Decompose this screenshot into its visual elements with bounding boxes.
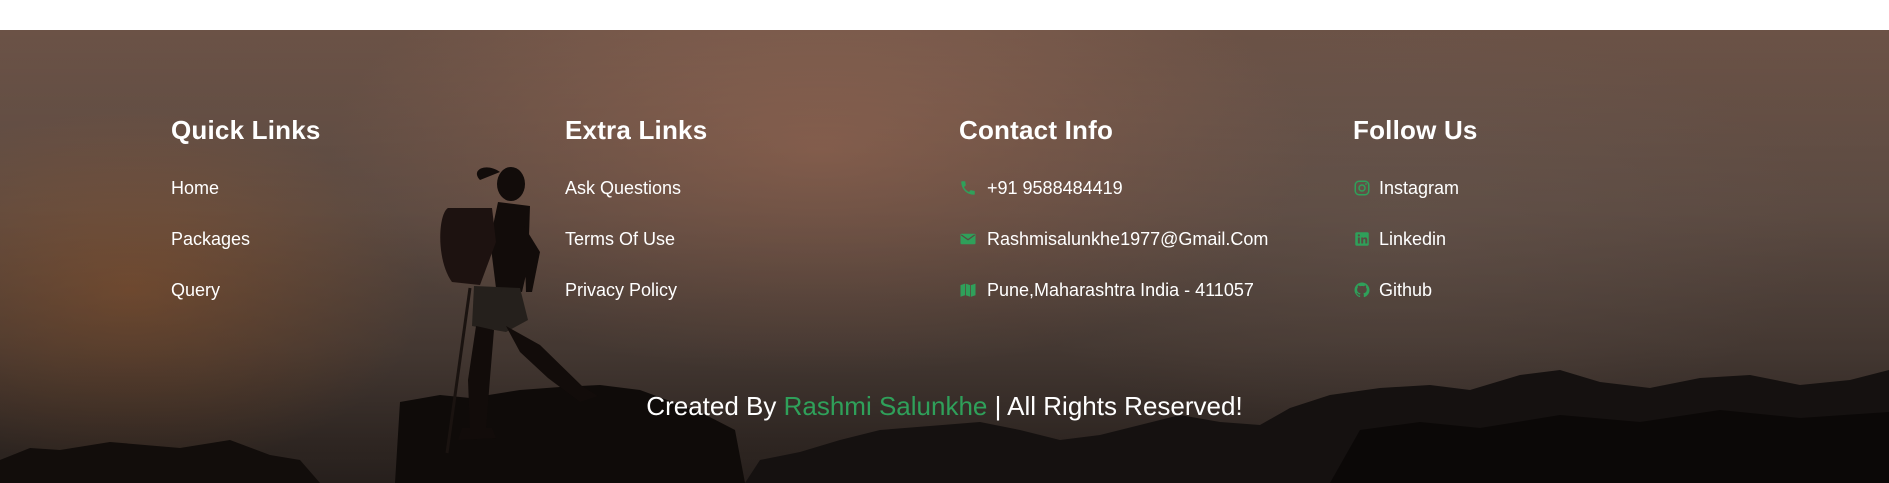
follow-us-column: Follow Us Instagram Linkedin Github (1353, 114, 1713, 329)
credit-suffix: | All Rights Reserved! (987, 391, 1243, 421)
credit-author-name: Rashmi Salunkhe (783, 391, 988, 421)
top-white-bar (0, 0, 1889, 30)
quick-links-heading: Quick Links (171, 115, 321, 145)
linkedin-icon (1353, 230, 1371, 248)
link-label: Ask Questions (565, 177, 682, 198)
follow-us-heading: Follow Us (1353, 115, 1478, 145)
contact-address-link[interactable]: Pune,Maharashtra India - 411057 (959, 278, 1379, 302)
contact-info-column: Contact Info +91 9588484419 Rashmisalunk… (959, 114, 1379, 329)
footer-link-privacy-policy[interactable]: Privacy Policy (565, 278, 925, 302)
footer-columns: Quick Links Home Packages Query Extra Li… (0, 30, 1889, 483)
social-instagram-link[interactable]: Instagram (1353, 176, 1713, 200)
site-footer: Quick Links Home Packages Query Extra Li… (0, 30, 1889, 483)
contact-info-heading: Contact Info (959, 115, 1114, 145)
link-label: Query (171, 279, 221, 300)
instagram-icon (1353, 179, 1371, 197)
footer-link-ask-questions[interactable]: Ask Questions (565, 176, 925, 200)
quick-links-column: Quick Links Home Packages Query (171, 114, 531, 329)
link-label: Packages (171, 228, 251, 249)
social-github-label: Github (1379, 279, 1433, 300)
contact-email-label: Rashmisalunkhe1977@Gmail.Com (987, 228, 1269, 249)
credit-prefix: Created By (646, 391, 784, 421)
contact-address-label: Pune,Maharashtra India - 411057 (987, 279, 1254, 300)
contact-phone-link[interactable]: +91 9588484419 (959, 176, 1379, 200)
link-label: Privacy Policy (565, 279, 678, 300)
phone-icon (959, 179, 977, 197)
footer-link-home[interactable]: Home (171, 176, 531, 200)
social-linkedin-label: Linkedin (1379, 228, 1447, 249)
footer-link-query[interactable]: Query (171, 278, 531, 302)
copyright-credit: Created By Rashmi Salunkhe | All Rights … (0, 388, 1889, 424)
contact-phone-label: +91 9588484419 (987, 177, 1123, 198)
contact-email-link[interactable]: Rashmisalunkhe1977@Gmail.Com (959, 227, 1379, 251)
footer-link-packages[interactable]: Packages (171, 227, 531, 251)
envelope-icon (959, 230, 977, 248)
footer-link-terms-of-use[interactable]: Terms Of Use (565, 227, 925, 251)
social-instagram-label: Instagram (1379, 177, 1460, 198)
social-linkedin-link[interactable]: Linkedin (1353, 227, 1713, 251)
social-github-link[interactable]: Github (1353, 278, 1713, 302)
link-label: Home (171, 177, 220, 198)
map-icon (959, 281, 977, 299)
extra-links-column: Extra Links Ask Questions Terms Of Use P… (565, 114, 925, 329)
extra-links-heading: Extra Links (565, 115, 708, 145)
link-label: Terms Of Use (565, 228, 676, 249)
github-icon (1353, 281, 1371, 299)
